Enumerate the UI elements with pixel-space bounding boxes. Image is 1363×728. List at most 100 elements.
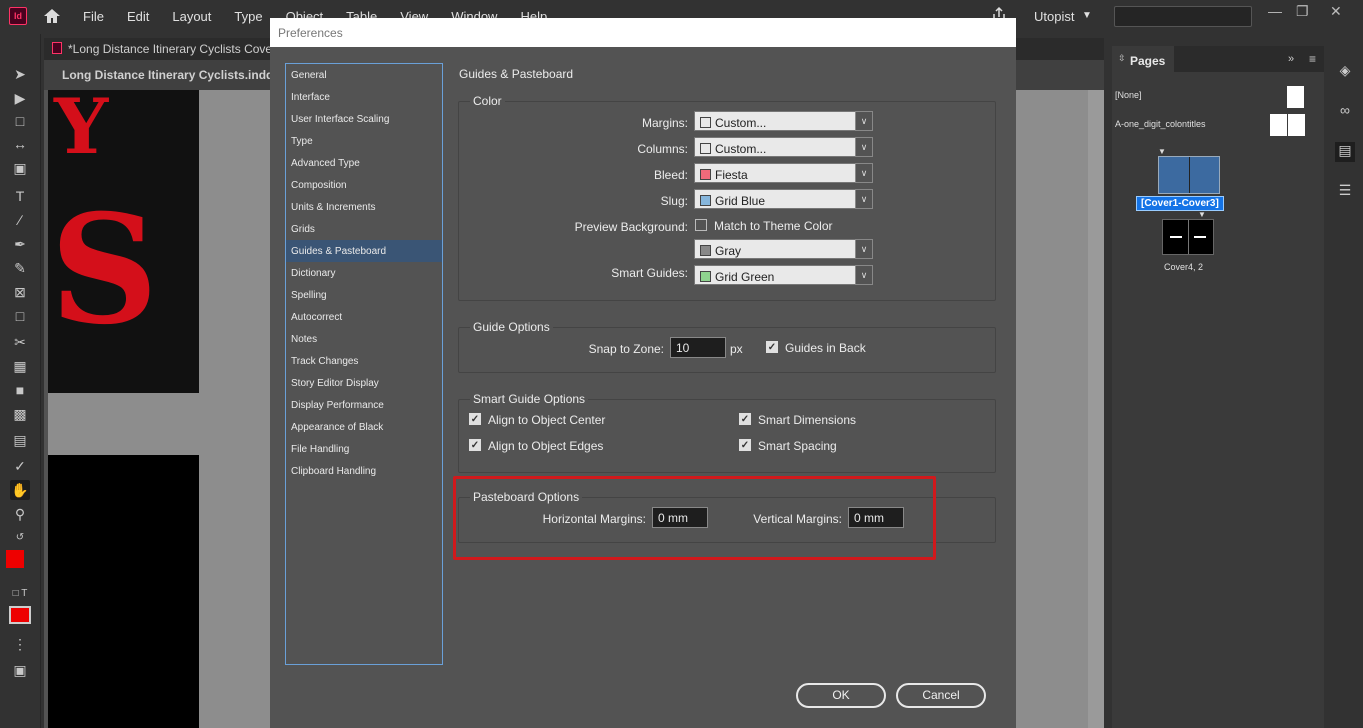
guide-options-title: Guide Options — [470, 320, 553, 334]
category-dictionary[interactable]: Dictionary — [286, 262, 442, 284]
home-icon[interactable] — [42, 6, 62, 26]
gradient-feather-tool-icon[interactable]: ▩ — [10, 404, 30, 424]
snap-to-zone-field[interactable]: 10 — [670, 337, 726, 358]
category-story-editor[interactable]: Story Editor Display — [286, 372, 442, 394]
back-cover-page[interactable] — [48, 455, 199, 728]
category-advanced-type[interactable]: Advanced Type — [286, 152, 442, 174]
apply-color-icon[interactable] — [9, 606, 31, 624]
align-center-checkbox[interactable]: ✓ — [469, 413, 481, 425]
direct-selection-tool-icon[interactable]: ▶ — [10, 88, 30, 108]
view-mode-icon[interactable]: ▣ — [10, 660, 30, 680]
category-grids[interactable]: Grids — [286, 218, 442, 240]
category-appearance-black[interactable]: Appearance of Black — [286, 416, 442, 438]
category-composition[interactable]: Composition — [286, 174, 442, 196]
spread-thumbnail-cover1-cover3[interactable] — [1158, 156, 1220, 194]
fill-color-swatch[interactable] — [6, 550, 24, 568]
category-autocorrect[interactable]: Autocorrect — [286, 306, 442, 328]
formatting-affects-container-icon[interactable]: □ T — [10, 584, 30, 604]
category-file-handling[interactable]: File Handling — [286, 438, 442, 460]
columns-color-dropdown[interactable]: Custom... — [694, 137, 856, 157]
pages-tab-label[interactable]: Pages — [1130, 54, 1165, 68]
chevron-down-icon[interactable]: ∨ — [855, 239, 873, 259]
spread-thumbnail-cover4[interactable] — [1162, 219, 1214, 255]
menu-type[interactable]: Type — [234, 9, 262, 24]
chevron-down-icon[interactable]: ∨ — [855, 265, 873, 285]
cover-page[interactable]: Y S — [48, 90, 199, 393]
smart-spacing-checkbox[interactable]: ✓ — [739, 439, 751, 451]
layers-icon[interactable]: ◈ — [1335, 62, 1355, 82]
gap-tool-icon[interactable]: ↔ — [10, 134, 30, 154]
scissors-tool-icon[interactable]: ✂ — [10, 332, 30, 352]
category-general[interactable]: General — [286, 64, 442, 86]
category-notes[interactable]: Notes — [286, 328, 442, 350]
chevron-down-icon[interactable]: ∨ — [855, 111, 873, 131]
match-theme-label: Match to Theme Color — [714, 219, 833, 233]
search-input[interactable] — [1114, 6, 1252, 27]
preview-background-dropdown[interactable]: Gray — [694, 239, 856, 259]
zoom-tool-icon[interactable]: ⚲ — [10, 504, 30, 524]
menu-edit[interactable]: Edit — [127, 9, 149, 24]
category-guides-pasteboard[interactable]: Guides & Pasteboard — [286, 240, 442, 262]
spread-label-cover1-cover3[interactable]: [Cover1-Cover3] — [1136, 196, 1224, 211]
category-track-changes[interactable]: Track Changes — [286, 350, 442, 372]
links-icon[interactable]: ∞ — [1335, 102, 1355, 122]
hand-tool-icon[interactable]: ✋ — [10, 480, 30, 500]
smart-guides-label: Smart Guides: — [611, 266, 688, 280]
line-tool-icon[interactable]: ∕ — [10, 210, 30, 230]
ok-button[interactable]: OK — [796, 683, 886, 708]
eyedropper-tool-icon[interactable]: ✓ — [10, 456, 30, 476]
free-transform-tool-icon[interactable]: ▦ — [10, 356, 30, 376]
category-units-increments[interactable]: Units & Increments — [286, 196, 442, 218]
chevron-down-icon[interactable]: ∨ — [855, 137, 873, 157]
pages-icon[interactable]: ▤ — [1335, 142, 1355, 162]
workspace-switcher[interactable]: Utopist — [1034, 9, 1074, 24]
vertical-scrollbar[interactable] — [1088, 90, 1104, 728]
default-colors-icon[interactable]: ↺ — [10, 528, 30, 548]
expand-panel-icon[interactable]: » — [1288, 53, 1294, 65]
rectangle-tool-icon[interactable]: □ — [10, 306, 30, 326]
master-a[interactable]: A-one_digit_colontitles — [1115, 119, 1206, 129]
category-spelling[interactable]: Spelling — [286, 284, 442, 306]
chevron-down-icon[interactable]: ∨ — [855, 163, 873, 183]
master-a-right-thumbnail[interactable] — [1288, 114, 1305, 136]
panel-menu-icon[interactable]: ≡ — [1309, 52, 1316, 66]
category-type[interactable]: Type — [286, 130, 442, 152]
category-interface[interactable]: Interface — [286, 86, 442, 108]
type-tool-icon[interactable]: T — [10, 186, 30, 206]
match-theme-checkbox[interactable] — [695, 219, 707, 231]
pen-tool-icon[interactable]: ✒ — [10, 234, 30, 254]
chevron-down-icon[interactable]: ∨ — [855, 189, 873, 209]
restore-icon[interactable]: ❐ — [1296, 3, 1309, 20]
menu-layout[interactable]: Layout — [172, 9, 211, 24]
menu-file[interactable]: File — [83, 9, 104, 24]
minimize-icon[interactable]: — — [1268, 3, 1282, 19]
close-icon[interactable]: ✕ — [1330, 3, 1342, 20]
pencil-tool-icon[interactable]: ✎ — [10, 258, 30, 278]
document-tab-title[interactable]: *Long Distance Itinerary Cyclists Cover — [68, 42, 276, 56]
category-ui-scaling[interactable]: User Interface Scaling — [286, 108, 442, 130]
collapse-icon[interactable]: ⇳ — [1118, 53, 1126, 64]
master-none-thumbnail[interactable] — [1287, 86, 1304, 108]
guides-in-back-checkbox[interactable]: ✓ — [766, 341, 778, 353]
rectangle-frame-tool-icon[interactable]: ⊠ — [10, 282, 30, 302]
spread-label-cover4[interactable]: Cover4, 2 — [1164, 262, 1203, 272]
properties-icon[interactable]: ☰ — [1335, 182, 1355, 202]
category-display-performance[interactable]: Display Performance — [286, 394, 442, 416]
note-tool-icon[interactable]: ▤ — [10, 430, 30, 450]
margins-color-dropdown[interactable]: Custom... — [694, 111, 856, 131]
content-collector-icon[interactable]: ▣ — [10, 158, 30, 178]
smart-dimensions-checkbox[interactable]: ✓ — [739, 413, 751, 425]
category-clipboard-handling[interactable]: Clipboard Handling — [286, 460, 442, 482]
master-a-left-thumbnail[interactable] — [1270, 114, 1287, 136]
bleed-color-dropdown[interactable]: Fiesta — [694, 163, 856, 183]
selection-tool-icon[interactable]: ➤ — [10, 64, 30, 84]
screen-mode-icon[interactable]: ⋮ — [10, 634, 30, 654]
chevron-down-icon[interactable]: ▼ — [1082, 10, 1092, 21]
gradient-swatch-tool-icon[interactable]: ■ — [10, 380, 30, 400]
page-tool-icon[interactable]: □ — [10, 111, 30, 131]
smart-guides-color-dropdown[interactable]: Grid Green — [694, 265, 856, 285]
master-none[interactable]: [None] — [1115, 90, 1142, 100]
align-edges-checkbox[interactable]: ✓ — [469, 439, 481, 451]
slug-color-dropdown[interactable]: Grid Blue — [694, 189, 856, 209]
cancel-button[interactable]: Cancel — [896, 683, 986, 708]
